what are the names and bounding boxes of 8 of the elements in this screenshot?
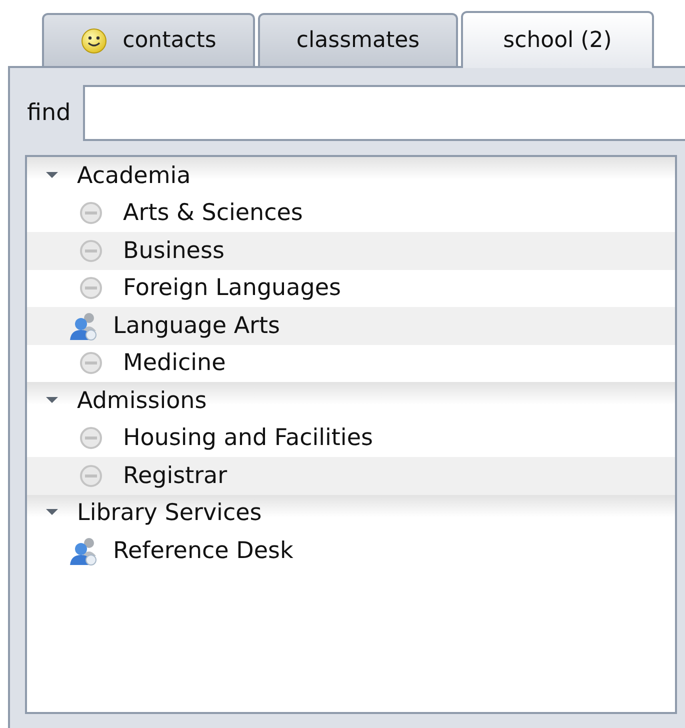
search-field[interactable] — [82, 85, 685, 141]
tab[interactable]: contacts — [42, 13, 255, 66]
contact-row[interactable]: Language Arts — [27, 307, 675, 344]
find-label: find — [27, 100, 71, 126]
tab[interactable]: classmates — [258, 13, 458, 66]
contact-row[interactable]: Registrar — [27, 457, 675, 494]
tab[interactable]: school (2) — [461, 11, 654, 68]
contact-row[interactable]: Business — [27, 232, 675, 270]
